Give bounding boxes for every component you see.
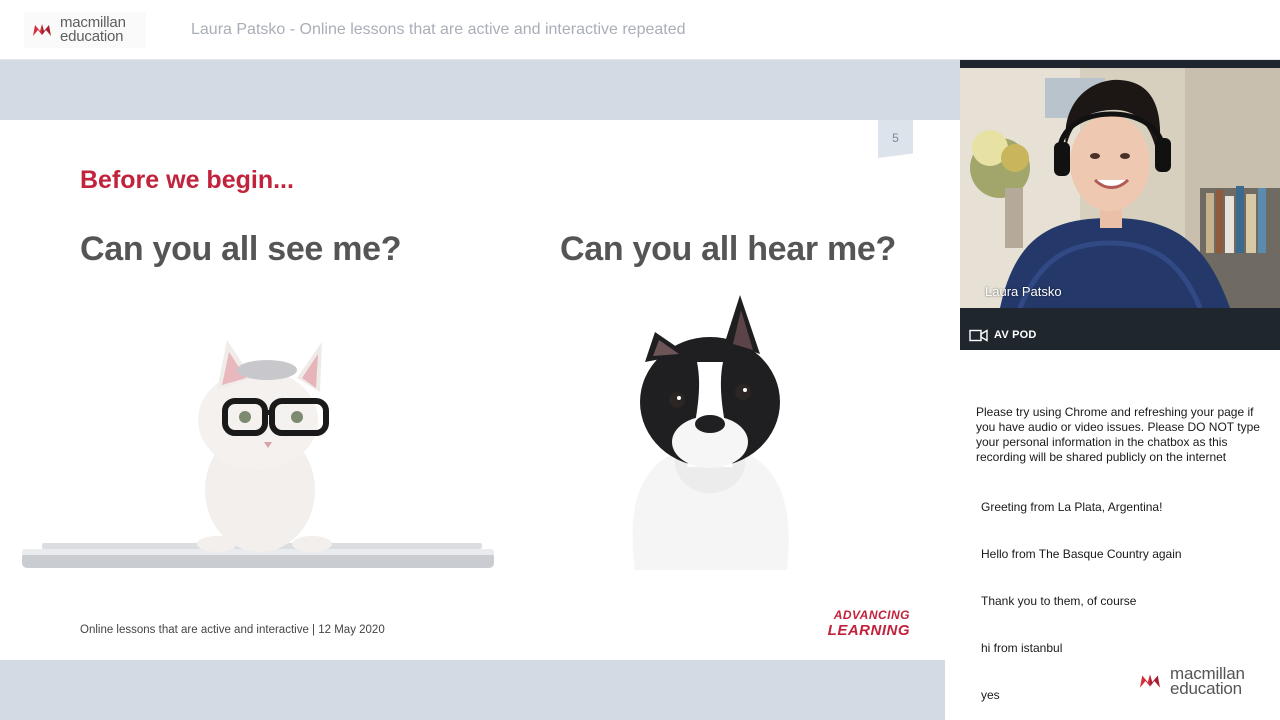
chat-message: Thank you to them, of course	[981, 594, 1137, 608]
session-title: Laura Patsko - Online lessons that are a…	[191, 21, 686, 38]
slide-footer: Online lessons that are active and inter…	[80, 624, 385, 636]
macmillan-logo-icon	[33, 24, 51, 36]
slide-question-see: Can you all see me?	[80, 230, 402, 268]
webinar-room: macmillan education Laura Patsko - Onlin…	[0, 0, 1280, 720]
stage-band-bottom	[0, 660, 945, 720]
presenter-name: Laura Patsko	[985, 284, 1062, 299]
french-bulldog-image	[632, 295, 789, 570]
chat-message: Hello from The Basque Country again	[981, 547, 1182, 561]
presenter-video-frame	[960, 68, 1280, 308]
slide-page-number: 5	[878, 120, 913, 158]
macmillan-logo-text: macmillan education	[60, 15, 126, 45]
av-pod: Laura Patsko AV POD	[960, 60, 1280, 350]
advancing-learning-logo: ADVANCING LEARNING	[798, 608, 910, 638]
av-pod-bar: AV POD	[960, 324, 1280, 346]
slide-kicker: Before we begin...	[80, 166, 294, 194]
presenter-video[interactable]: Laura Patsko	[960, 68, 1280, 308]
chat-message: Greeting from La Plata, Argentina!	[981, 500, 1163, 514]
av-pod-label: AV POD	[994, 329, 1037, 341]
stage-band-top	[0, 60, 960, 120]
video-camera-icon	[969, 328, 988, 342]
macmillan-logo-watermark: macmillan education	[1138, 665, 1245, 698]
logo-line2: education	[60, 28, 124, 45]
cat-with-glasses-image	[22, 340, 494, 568]
chat-message: hi from istanbul	[981, 641, 1063, 655]
macmillan-logo-text: macmillan education	[1170, 665, 1245, 698]
presentation-slide: 5 Before we begin... Can you all see me?…	[0, 120, 945, 660]
header-bar: macmillan education Laura Patsko - Onlin…	[0, 0, 1280, 60]
logo-line2: education	[1170, 679, 1242, 698]
slide-question-hear: Can you all hear me?	[560, 230, 896, 268]
macmillan-logo-icon	[1140, 674, 1160, 688]
brand-line1: ADVANCING	[833, 608, 910, 622]
brand-line2: LEARNING	[827, 622, 910, 639]
chat-notice: Please try using Chrome and refreshing y…	[976, 405, 1260, 464]
macmillan-logo: macmillan education	[24, 12, 146, 48]
chat-message: yes	[981, 688, 1000, 702]
